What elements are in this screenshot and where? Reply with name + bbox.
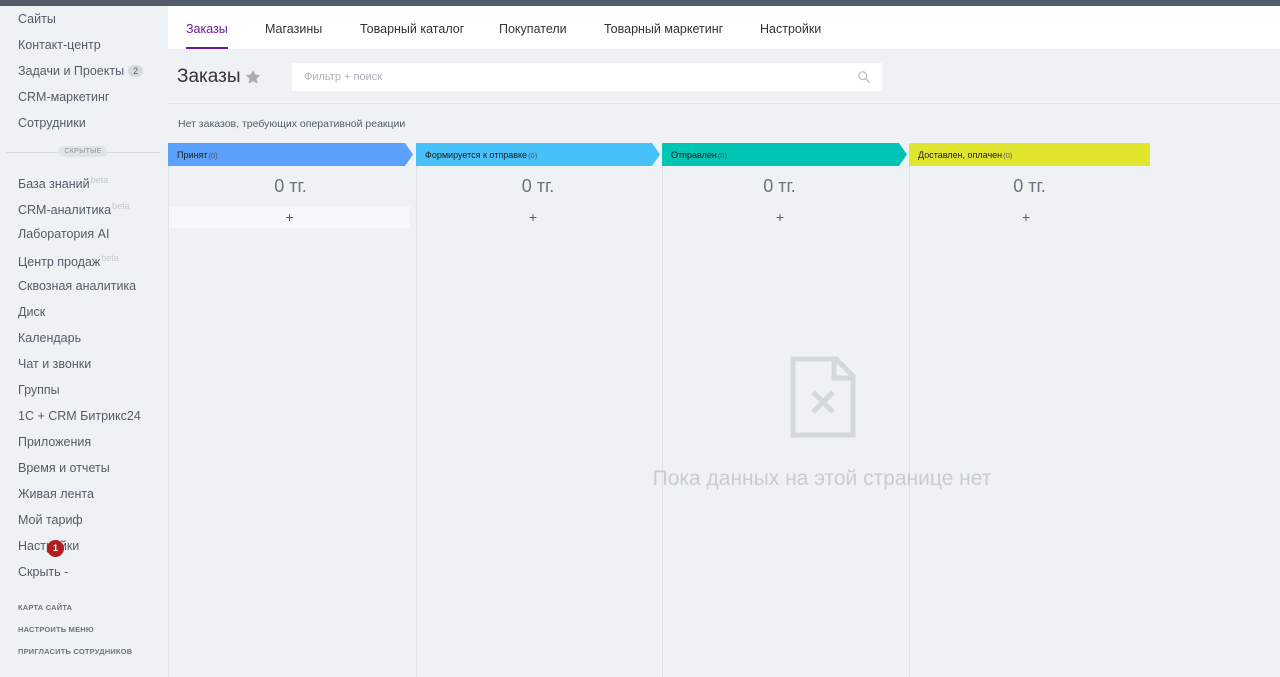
stage-sum: 0 тг. <box>1013 176 1046 196</box>
sidebar-item-1c-crm[interactable]: 1С + CRM Битрикс24 <box>18 409 141 423</box>
sidebar-item-label: Сквозная аналитика <box>18 279 137 293</box>
notification-badge: 1 <box>47 540 64 557</box>
stage-title-text: Формируется к отправке <box>425 150 528 160</box>
sidebar-item-label: Чат и звонки <box>18 357 92 371</box>
sidebar-item-applications[interactable]: Приложения <box>18 435 91 449</box>
invite-employees-link[interactable]: ПРИГЛАСИТЬ СОТРУДНИКОВ <box>18 647 132 656</box>
header-divider <box>168 103 1280 104</box>
tab-product-marketing[interactable]: Товарный маркетинг <box>604 22 723 36</box>
stage-count: (0) <box>717 151 727 160</box>
tab-stores[interactable]: Магазины <box>265 22 322 36</box>
sidebar-item-label: Сотрудники <box>18 116 86 130</box>
hidden-section-separator[interactable]: СКРЫТЫЕ <box>6 146 160 158</box>
column-divider <box>416 166 417 677</box>
sidebar-item-calendar[interactable]: Календарь <box>18 331 81 345</box>
stage-count: (0) <box>1003 151 1013 160</box>
column-divider <box>168 166 169 677</box>
sidebar-item-label: Лаборатория AI <box>18 227 110 241</box>
sidebar-item-tasks[interactable]: Задачи и Проекты 2 <box>18 64 144 78</box>
site-map-link[interactable]: КАРТА САЙТА <box>18 603 72 612</box>
sidebar-item-label: Задачи и Проекты <box>18 64 125 78</box>
sidebar-item-time-reports[interactable]: Время и отчеты <box>18 461 110 475</box>
stage-header-preparing[interactable]: Формируется к отправке(0) <box>416 143 660 166</box>
sidebar-item-knowledge-base[interactable]: База знанийbeta <box>18 175 108 191</box>
sidebar-item-label: База знаний <box>18 177 90 191</box>
sidebar-item-label: Группы <box>18 383 60 397</box>
top-tabs: Заказы Магазины Товарный каталог Покупат… <box>168 6 1280 49</box>
star-icon[interactable] <box>244 68 262 86</box>
stage-title: Отправлен(0) <box>671 150 727 160</box>
add-order-button[interactable]: + <box>169 206 410 228</box>
stage-title-text: Отправлен <box>671 150 717 160</box>
sidebar-item-label: CRM-маркетинг <box>18 90 110 104</box>
stage-title: Принят(0) <box>177 150 218 160</box>
tasks-counter-badge: 2 <box>128 65 144 77</box>
stage-count: (0) <box>208 151 218 160</box>
empty-document-icon <box>790 356 856 438</box>
sidebar-item-label: 1С + CRM Битрикс24 <box>18 409 141 423</box>
sidebar-item-sites[interactable]: Сайты <box>18 12 56 26</box>
sidebar-item-label: Центр продаж <box>18 255 101 269</box>
hidden-section-label: СКРЫТЫЕ <box>58 146 108 157</box>
sidebar-item-crm-analytics[interactable]: CRM-аналитикаbeta <box>18 201 130 217</box>
beta-badge: beta <box>112 201 130 211</box>
sidebar-item-my-plan[interactable]: Мой тариф <box>18 513 83 527</box>
stage-header-accepted[interactable]: Принят(0) <box>168 143 413 166</box>
beta-badge: beta <box>90 175 109 185</box>
stage-title-text: Принят <box>177 150 208 160</box>
search-icon[interactable] <box>857 70 871 84</box>
stage-sum: 0 тг. <box>521 176 555 196</box>
add-order-button[interactable]: + <box>663 206 897 228</box>
tab-settings[interactable]: Настройки <box>760 22 821 36</box>
sidebar-item-hide[interactable]: Скрыть - <box>18 565 68 579</box>
sidebar-item-label: Мой тариф <box>18 513 83 527</box>
sidebar-item-label: Контакт-центр <box>18 38 101 52</box>
sidebar-item-sales-center[interactable]: Центр продажbeta <box>18 253 119 269</box>
sidebar-item-feed[interactable]: Живая лента <box>18 487 94 501</box>
search-input[interactable] <box>292 63 882 91</box>
stage-header-shipped[interactable]: Отправлен(0) <box>662 143 907 166</box>
sidebar: Сайты Контакт-центр Задачи и Проекты 2 CR… <box>0 6 166 677</box>
sidebar-item-label: Сайты <box>18 12 56 26</box>
stage-header-delivered-paid[interactable]: Доставлен, оплачен(0) <box>909 143 1150 166</box>
sidebar-item-label: CRM-аналитика <box>18 203 112 217</box>
tab-product-catalog[interactable]: Товарный каталог <box>360 22 464 36</box>
sidebar-item-label: Календарь <box>18 331 82 345</box>
column-divider <box>662 166 663 677</box>
sidebar-item-contact-center[interactable]: Контакт-центр <box>18 38 101 52</box>
stage-count: (0) <box>528 151 538 160</box>
configure-menu-link[interactable]: НАСТРОИТЬ МЕНЮ <box>18 625 94 634</box>
sidebar-item-ai-lab[interactable]: Лаборатория AI <box>18 227 109 241</box>
beta-badge: beta <box>101 253 119 263</box>
add-order-button[interactable]: + <box>417 206 649 228</box>
sidebar-item-label: Приложения <box>18 435 92 449</box>
sidebar-item-label: Живая лента <box>18 487 94 501</box>
tab-orders[interactable]: Заказы <box>186 22 228 49</box>
sidebar-item-crm-marketing[interactable]: CRM-маркетинг <box>18 90 109 104</box>
sidebar-item-label: Диск <box>18 305 46 319</box>
sidebar-item-drive[interactable]: Диск <box>18 305 45 319</box>
column-divider <box>909 166 910 677</box>
add-order-button[interactable]: + <box>910 206 1142 228</box>
page-title: Заказы <box>177 66 241 87</box>
stage-sum: 0 тг. <box>763 176 796 196</box>
sidebar-item-chat[interactable]: Чат и звонки <box>18 357 91 371</box>
empty-state-message: Пока данных на этой странице нет <box>652 467 992 490</box>
sidebar-item-end-to-end-analytics[interactable]: Сквозная аналитика <box>18 279 136 293</box>
tab-customers[interactable]: Покупатели <box>499 22 567 36</box>
stage-title: Формируется к отправке(0) <box>425 150 537 160</box>
sidebar-item-groups[interactable]: Группы <box>18 383 60 397</box>
sidebar-item-label: Время и отчеты <box>18 461 110 475</box>
stage-title-text: Доставлен, оплачен <box>918 150 1003 160</box>
stage-sum: 0 тг. <box>274 176 307 196</box>
orders-notice: Нет заказов, требующих оперативной реакц… <box>178 118 406 130</box>
sidebar-item-label: Скрыть - <box>18 565 69 579</box>
stage-title: Доставлен, оплачен(0) <box>918 150 1012 160</box>
sidebar-item-employees[interactable]: Сотрудники <box>18 116 86 130</box>
